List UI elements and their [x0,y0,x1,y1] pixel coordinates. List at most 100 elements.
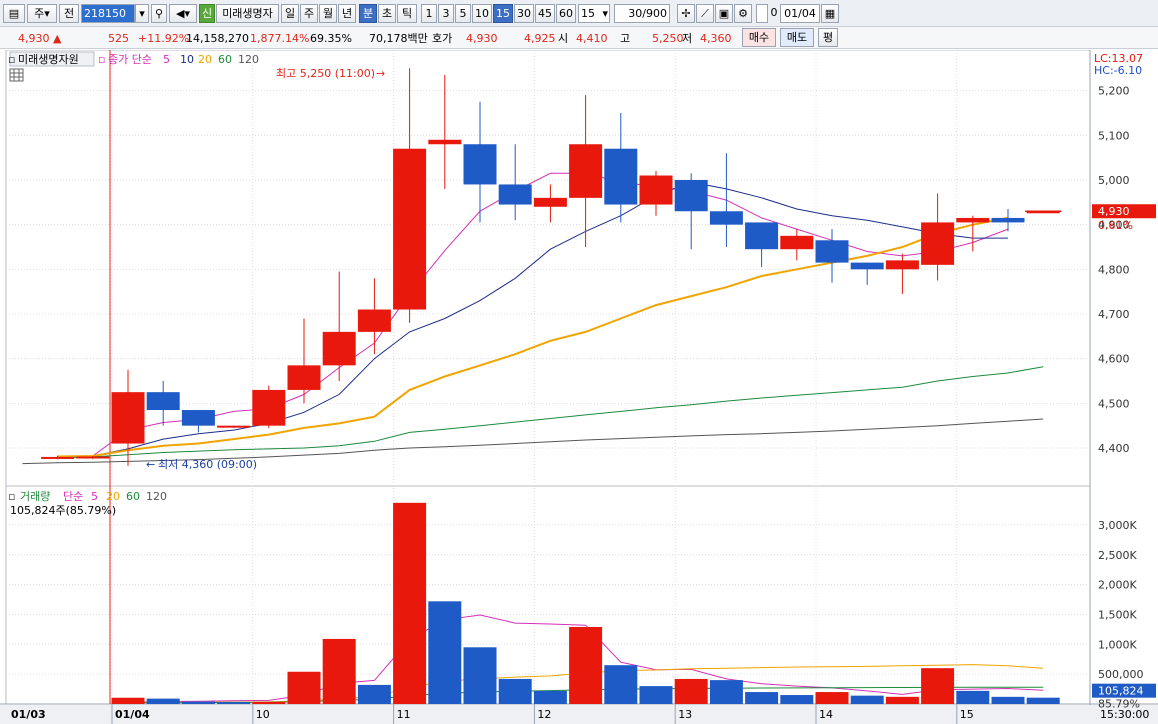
price-y-tick-label: 4,500 [1098,397,1130,410]
volume-y-tick-label: 2,000K [1098,579,1137,592]
high-arrow-icon: → [376,67,385,80]
volume-bar [498,678,532,704]
price-y-tick-label: 4,600 [1098,353,1130,366]
candle [780,235,814,250]
stock-code-input[interactable]: 218150 [81,4,135,23]
volume-bar [745,692,779,704]
chart-menu-icon[interactable]: ▤ [3,4,25,23]
interval-input[interactable]: 15 ▾ [578,4,610,23]
sound-icon[interactable]: ◀▾ [169,4,197,23]
interval-1[interactable]: 1 [421,4,437,23]
volume-info-label: 105,824주(85.79%) [10,504,116,517]
volume-legend-ma-120: 120 [146,490,167,503]
period-day[interactable]: 일 [281,4,299,23]
volume-bar [815,692,849,704]
avg-button[interactable]: 평 [818,28,838,47]
calendar-icon[interactable]: ▦ [821,4,839,23]
count-input[interactable]: 30/900 [614,4,670,23]
x-axis-band [0,705,1158,724]
draw-line-icon[interactable]: ⟋ [696,4,714,23]
volume-bar [569,626,603,704]
interval-5[interactable]: 5 [455,4,471,23]
candle [956,217,990,223]
search-icon[interactable]: ⚲ [151,4,167,23]
price-volume-chart[interactable]: 5,2005,1005,0004,9004,8004,7004,6004,500… [0,50,1158,724]
candle [146,392,180,411]
volume-bar [850,695,884,704]
interval-3[interactable]: 3 [438,4,454,23]
volume-bar [181,701,215,704]
gear-icon[interactable]: ⚙ [734,4,752,23]
stock-label-marker: ▫ [8,53,15,66]
sell-button[interactable]: 매도 [780,28,814,47]
market-type-select[interactable]: 주▾ [27,4,57,23]
candle [393,148,427,310]
volume-bar [1026,697,1060,704]
period-tick[interactable]: 틱 [397,4,417,23]
price-y-tick-label: 4,400 [1098,442,1130,455]
legend-ma-10: 10 [180,53,194,66]
volume-current-label: 105,824 [1098,685,1144,698]
current-price: 4,930 ▲ [18,30,61,47]
high-annotation: 최고 5,250 (11:00) [276,67,375,80]
volume-y-tick-label: 1,500K [1098,608,1137,621]
volume-legend-ma-60: 60 [126,490,140,503]
interval-60[interactable]: 60 [556,4,576,23]
candle [674,179,708,212]
checkbox-label: 0 [770,6,778,19]
ask-price-2: 4,925 [524,32,556,45]
candle [498,184,532,205]
interval-30[interactable]: 30 [514,4,534,23]
open-price: 4,410 [576,32,608,45]
volume-bar [709,680,743,704]
period-minute[interactable]: 분 [359,4,377,23]
volume-bar [991,696,1025,704]
change-value: 525 [108,32,129,45]
volume-bar [287,671,321,704]
up-triangle-icon: ▲ [53,32,62,45]
legend-marker: ▫ [98,53,105,66]
candle [604,148,638,205]
ask-label: 호가 [432,32,453,45]
table-icon [9,68,24,82]
interval-input-value: 15 [581,7,595,20]
candle [463,144,497,185]
period-month[interactable]: 월 [319,4,337,23]
volume-value: 14,158,270 [186,32,249,45]
x-tick-label: 14 [819,708,833,721]
high-label: 고 [620,32,631,45]
volume-bar [780,695,814,704]
volume-bar [393,502,427,704]
buy-button[interactable]: 매수 [742,28,776,47]
prev-candle [76,456,110,459]
period-week[interactable]: 주 [300,4,318,23]
market-select[interactable]: 전 [59,4,79,23]
price-y-tick-label: 5,000 [1098,174,1130,187]
date-checkbox[interactable] [756,4,768,23]
period-year[interactable]: 년 [338,4,356,23]
candle [181,410,215,426]
interval-15[interactable]: 15 [493,4,513,23]
volume-bar [111,697,145,704]
volume-bar [674,678,708,704]
candle [357,309,391,332]
date-input[interactable]: 01/04 [780,4,820,23]
volume-y-tick-label: 3,000K [1098,519,1137,532]
volume-percent: 1,877.14% [250,32,310,45]
x-tick-label: 10 [256,708,270,721]
stock-label: 미래생명자원 [18,53,79,66]
change-percent: +11.92% [138,32,190,45]
stock-code-dropdown-icon[interactable]: ▾ [135,4,149,23]
interval-45[interactable]: 45 [535,4,555,23]
stock-name-field[interactable]: 미래생명자 [216,4,279,23]
period-second[interactable]: 초 [378,4,396,23]
price-y-tick-label: 4,700 [1098,308,1130,321]
open-label: 시 [558,32,569,45]
candle [569,144,603,198]
crosshair-icon[interactable]: ✢ [677,4,695,23]
interval-10[interactable]: 10 [472,4,492,23]
volume-bar [956,690,990,704]
high-price: 5,250 [652,32,684,45]
candle [322,331,356,366]
save-icon[interactable]: ▣ [715,4,733,23]
